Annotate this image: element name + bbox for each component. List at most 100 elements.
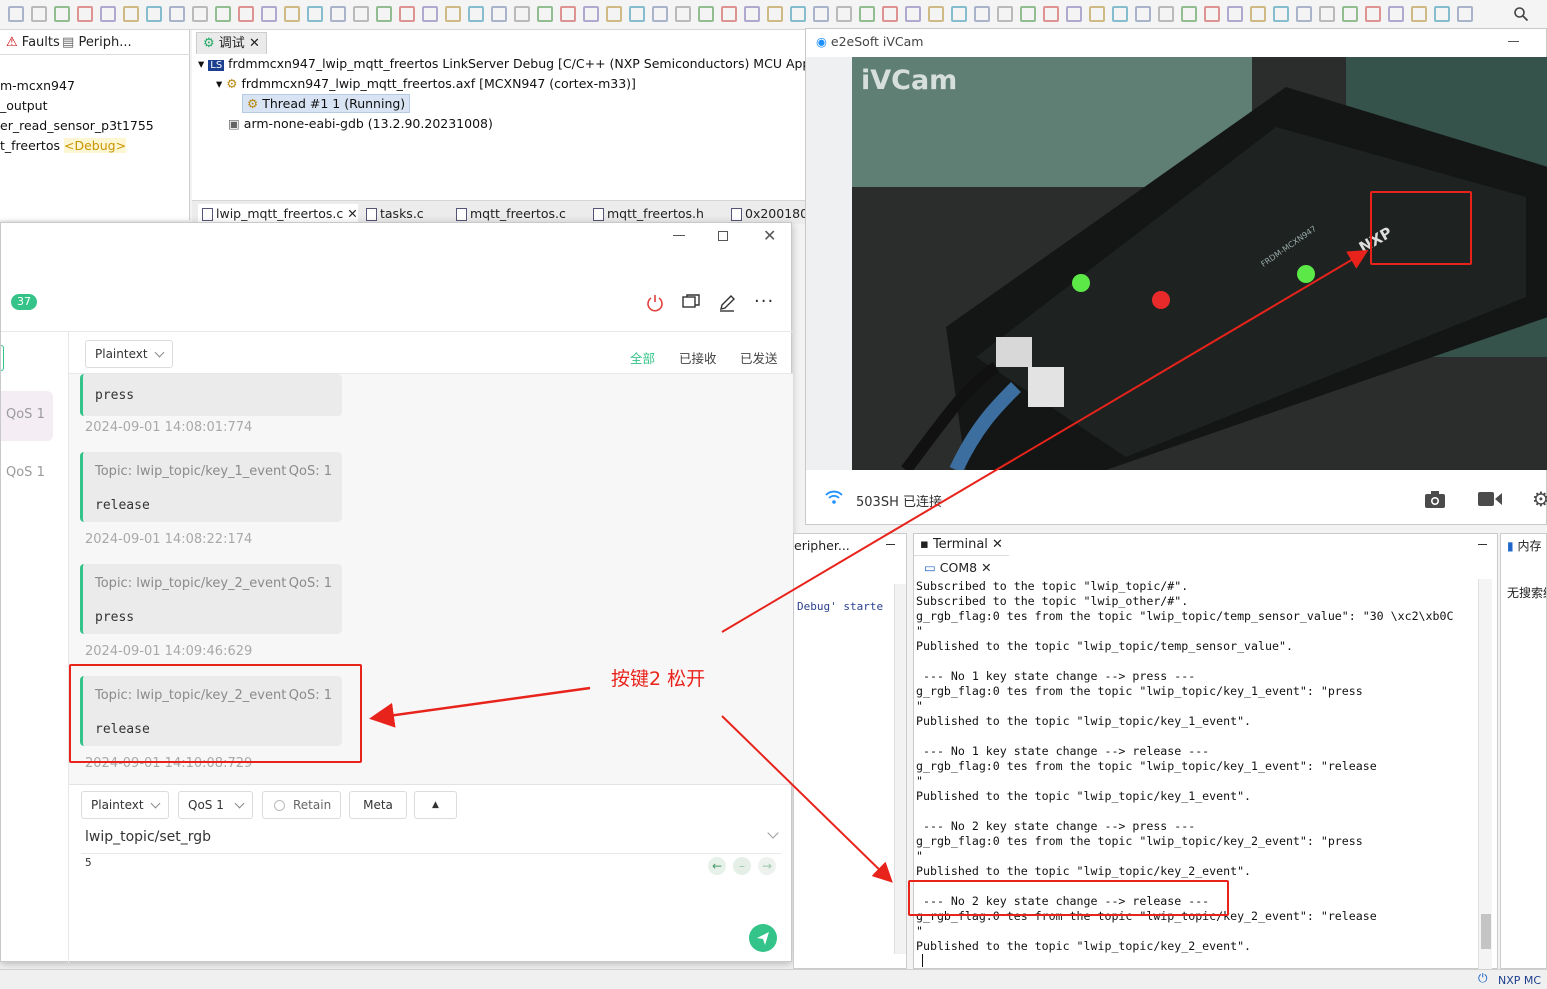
toolbar-button-icon[interactable] bbox=[606, 6, 622, 22]
toolbar-button-icon[interactable] bbox=[261, 6, 277, 22]
toolbar-button-icon[interactable] bbox=[1181, 6, 1197, 22]
chevron-down-icon[interactable] bbox=[767, 827, 779, 839]
record-icon[interactable] bbox=[1477, 490, 1503, 511]
debug-launch-item[interactable]: ▾ LS frdmmcxn947_lwip_mqtt_freertos Link… bbox=[198, 56, 848, 71]
nxp-status[interactable]: NXP MC bbox=[1498, 974, 1541, 987]
publish-payload-input[interactable]: 5 bbox=[85, 856, 92, 869]
toolbar-button-icon[interactable] bbox=[629, 6, 645, 22]
history-clear-icon[interactable]: – bbox=[733, 857, 751, 875]
toolbar-button-icon[interactable] bbox=[353, 6, 369, 22]
tab-memory[interactable]: ▮ 内存 bbox=[1507, 537, 1541, 554]
toolbar-button-icon[interactable] bbox=[215, 6, 231, 22]
toolbar-button-icon[interactable] bbox=[1319, 6, 1335, 22]
toolbar-button-icon[interactable] bbox=[836, 6, 852, 22]
publish-format-select[interactable]: Plaintext bbox=[81, 791, 169, 819]
close-icon[interactable]: ✕ bbox=[347, 206, 357, 221]
disconnect-icon[interactable] bbox=[645, 293, 665, 316]
editor-tab[interactable]: tasks.c bbox=[362, 204, 424, 224]
collapse-up-icon[interactable]: ▲ bbox=[414, 791, 457, 819]
payload-format-select[interactable]: Plaintext bbox=[85, 340, 173, 368]
close-icon[interactable]: ✕ bbox=[992, 537, 1003, 552]
debug-gdb-item[interactable]: ▣ arm-none-eabi-gdb (13.2.90.20231008) bbox=[228, 116, 493, 131]
publish-topic-input[interactable]: lwip_topic/set_rgb bbox=[85, 829, 211, 845]
toolbar-button-icon[interactable] bbox=[1112, 6, 1128, 22]
toolbar-button-icon[interactable] bbox=[376, 6, 392, 22]
maximize-icon[interactable] bbox=[718, 231, 728, 241]
tab-debug[interactable]: ⚙ 调试 ✕ bbox=[196, 32, 267, 54]
toolbar-button-icon[interactable] bbox=[123, 6, 139, 22]
settings-icon[interactable]: ⚙ bbox=[1532, 487, 1547, 511]
filter-sent[interactable]: 已发送 bbox=[740, 348, 778, 367]
toolbar-button-icon[interactable] bbox=[974, 6, 990, 22]
toolbar-button-icon[interactable] bbox=[1457, 6, 1473, 22]
toolbar-button-icon[interactable] bbox=[1342, 6, 1358, 22]
editor-tab[interactable]: mqtt_freertos.c bbox=[452, 204, 566, 224]
toolbar-button-icon[interactable] bbox=[445, 6, 461, 22]
message-bubble[interactable]: Topic: lwip_topic/key_2_event QoS: 1 pre… bbox=[80, 564, 342, 634]
minimize-icon[interactable] bbox=[1508, 41, 1519, 42]
toolbar-button-icon[interactable] bbox=[468, 6, 484, 22]
toolbar-button-icon[interactable] bbox=[652, 6, 668, 22]
meta-button[interactable]: Meta bbox=[349, 791, 407, 819]
minimize-icon[interactable] bbox=[1478, 544, 1487, 545]
toolbar-button-icon[interactable] bbox=[1043, 6, 1059, 22]
tree-item[interactable]: er_read_sensor_p3t1755 bbox=[0, 118, 154, 133]
toolbar-button-icon[interactable] bbox=[31, 6, 47, 22]
toolbar-button-icon[interactable] bbox=[560, 6, 576, 22]
toolbar-button-icon[interactable] bbox=[514, 6, 530, 22]
toolbar-button-icon[interactable] bbox=[169, 6, 185, 22]
toolbar-button-icon[interactable] bbox=[422, 6, 438, 22]
retain-toggle[interactable]: Retain bbox=[262, 791, 341, 819]
toolbar-button-icon[interactable] bbox=[1020, 6, 1036, 22]
publish-qos-select[interactable]: QoS 1 bbox=[178, 791, 253, 819]
subscription-item[interactable]: QoS 1 bbox=[1, 391, 53, 441]
toolbar-button-icon[interactable] bbox=[1158, 6, 1174, 22]
toolbar-button-icon[interactable] bbox=[698, 6, 714, 22]
toolbar-button-icon[interactable] bbox=[399, 6, 415, 22]
filter-received[interactable]: 已接收 bbox=[679, 348, 717, 367]
toolbar-button-icon[interactable] bbox=[491, 6, 507, 22]
toolbar-button-icon[interactable] bbox=[100, 6, 116, 22]
toolbar-button-icon[interactable] bbox=[583, 6, 599, 22]
tab-periph[interactable]: ▤ Periph... bbox=[56, 32, 138, 54]
search-icon[interactable] bbox=[1513, 6, 1529, 22]
editor-tab[interactable]: 0x2001804 bbox=[727, 204, 816, 224]
toolbar-button-icon[interactable] bbox=[1273, 6, 1289, 22]
toolbar-button-icon[interactable] bbox=[675, 6, 691, 22]
toolbar-button-icon[interactable] bbox=[8, 6, 24, 22]
toolbar-button-icon[interactable] bbox=[721, 6, 737, 22]
toolbar-button-icon[interactable] bbox=[146, 6, 162, 22]
toolbar-button-icon[interactable] bbox=[905, 6, 921, 22]
subscription-add[interactable] bbox=[1, 345, 4, 371]
toolbar-button-icon[interactable] bbox=[1135, 6, 1151, 22]
terminal-scrollbar[interactable] bbox=[1478, 579, 1492, 969]
toolbar-button-icon[interactable] bbox=[1365, 6, 1381, 22]
edit-icon[interactable] bbox=[717, 293, 737, 316]
toolbar-button-icon[interactable] bbox=[330, 6, 346, 22]
message-bubble[interactable]: Topic: lwip_topic/key_1_event QoS: 1 rel… bbox=[80, 452, 342, 522]
toolbar-button-icon[interactable] bbox=[1296, 6, 1312, 22]
tab-com8[interactable]: ▭ COM8 ✕ bbox=[918, 557, 998, 579]
minimize-icon[interactable] bbox=[886, 544, 895, 545]
toolbar-button-icon[interactable] bbox=[238, 6, 254, 22]
toolbar-button-icon[interactable] bbox=[859, 6, 875, 22]
tree-item[interactable]: t_freertos <Debug> bbox=[0, 138, 127, 153]
toolbar-button-icon[interactable] bbox=[951, 6, 967, 22]
debug-thread-item[interactable]: ⚙ Thread #1 1 (Running) bbox=[242, 94, 411, 113]
toolbar-button-icon[interactable] bbox=[54, 6, 70, 22]
tree-item[interactable]: _output bbox=[0, 98, 47, 113]
close-icon[interactable]: ✕ bbox=[763, 226, 776, 245]
toolbar-button-icon[interactable] bbox=[1066, 6, 1082, 22]
toolbar-button-icon[interactable] bbox=[1250, 6, 1266, 22]
toolbar-button-icon[interactable] bbox=[77, 6, 93, 22]
toolbar-button-icon[interactable] bbox=[1204, 6, 1220, 22]
history-back-icon[interactable]: ← bbox=[708, 857, 726, 875]
new-window-icon[interactable] bbox=[681, 293, 701, 316]
minimize-icon[interactable] bbox=[673, 235, 685, 236]
toolbar-button-icon[interactable] bbox=[537, 6, 553, 22]
tree-item[interactable]: m-mcxn947 bbox=[0, 78, 75, 93]
toolbar-button-icon[interactable] bbox=[928, 6, 944, 22]
toolbar-button-icon[interactable] bbox=[1434, 6, 1450, 22]
power-icon[interactable]: ⏻ bbox=[1478, 971, 1488, 986]
toolbar-button-icon[interactable] bbox=[997, 6, 1013, 22]
